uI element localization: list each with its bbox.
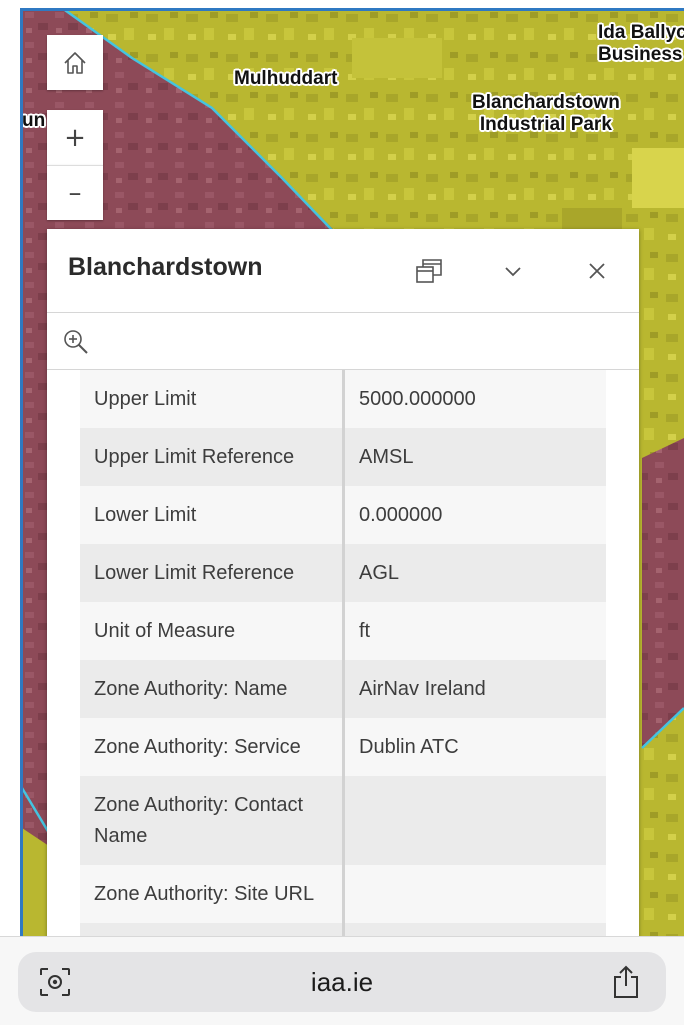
attribute-row: Zone Authority: Name AirNav Ireland: [80, 660, 606, 718]
attribute-row: Unit of Measure ft: [80, 602, 606, 660]
attribute-value: AMSL: [359, 446, 414, 468]
collapse-button[interactable]: [493, 253, 533, 289]
attribute-key: Zone Authority: Name: [80, 660, 345, 718]
attribute-key: Upper Limit Reference: [80, 428, 345, 486]
attribute-key: Zone Authority: Service: [80, 718, 345, 776]
attribute-row: Lower Limit Reference AGL: [80, 544, 606, 602]
map-border-top: [22, 8, 684, 11]
zoom-in-icon: [64, 330, 88, 354]
attribute-row: Zone Authority: Site URL: [80, 865, 606, 923]
url-text: iaa.ie: [310, 967, 374, 997]
attribute-value: 5000.000000: [359, 388, 476, 410]
browser-toolbar: iaa.ie: [0, 936, 684, 1025]
map-label-blanchardstown-industrial-park: Blanchardstown Industrial Park: [472, 92, 620, 136]
attribute-key: Upper Limit: [80, 370, 345, 428]
attribute-value: [344, 776, 607, 865]
page-margin: [0, 0, 22, 1024]
map-label-line: Blanchardstown: [472, 92, 620, 113]
dock-icon: [416, 259, 442, 283]
attribute-value: Dublin ATC: [359, 736, 459, 758]
attribute-key: Zone Authority: Site URL: [80, 865, 345, 923]
attribute-row: Zone Authority: Service Dublin ATC: [80, 718, 606, 776]
attribute-value: 0.000000: [359, 504, 443, 526]
popup-toolbar: [47, 313, 639, 370]
attribute-row: Zone Authority: Contact Name: [80, 776, 606, 865]
zoom-out-button[interactable]: –: [47, 165, 103, 220]
address-bar[interactable]: iaa.ie: [18, 952, 666, 1012]
zoom-in-button[interactable]: +: [47, 110, 103, 165]
attribute-row: Upper Limit 5000.000000: [80, 370, 606, 428]
popup-header: Blanchardstown: [47, 229, 639, 313]
page-margin-top: [0, 0, 684, 8]
map-label-fragment: un: [22, 110, 46, 131]
close-button[interactable]: [577, 253, 617, 289]
attribute-value: [344, 865, 607, 923]
feature-popup: Blanchardstown Upper Limit 5000.000000 U…: [47, 229, 639, 949]
attribute-key: Lower Limit Reference: [80, 544, 345, 602]
attribute-row: Lower Limit 0.000000: [80, 486, 606, 544]
attribute-key: Zone Authority: Contact Name: [80, 776, 345, 865]
attribute-table: Upper Limit 5000.000000 Upper Limit Refere…: [80, 370, 606, 949]
dock-button[interactable]: [409, 253, 449, 289]
popup-body[interactable]: Upper Limit 5000.000000 Upper Limit Refere…: [47, 370, 639, 949]
attribute-row: Upper Limit Reference AMSL: [80, 428, 606, 486]
home-icon: [64, 51, 86, 74]
chevron-down-icon: [505, 267, 521, 277]
map-label-line: Industrial Park: [479, 114, 612, 135]
close-icon: [589, 263, 605, 279]
share-button[interactable]: [610, 964, 642, 1000]
share-icon: [614, 965, 638, 998]
attribute-key: Unit of Measure: [80, 602, 345, 660]
attribute-value: ft: [359, 620, 371, 642]
home-button[interactable]: [47, 35, 103, 90]
map-border-left: [20, 8, 23, 938]
map-label-line: Business: [598, 44, 683, 65]
attribute-key: Lower Limit: [80, 486, 345, 544]
map-label-line: Ida Ballyc: [598, 22, 684, 43]
attribute-value: AirNav Ireland: [359, 678, 486, 700]
zoom-to-button[interactable]: [61, 327, 91, 357]
popup-title: Blanchardstown: [68, 253, 263, 281]
map-label-ida-business: Ida Ballyc Business: [598, 22, 684, 66]
attribute-value: AGL: [359, 562, 400, 584]
map-label-mulhuddart: Mulhuddart: [234, 68, 338, 89]
